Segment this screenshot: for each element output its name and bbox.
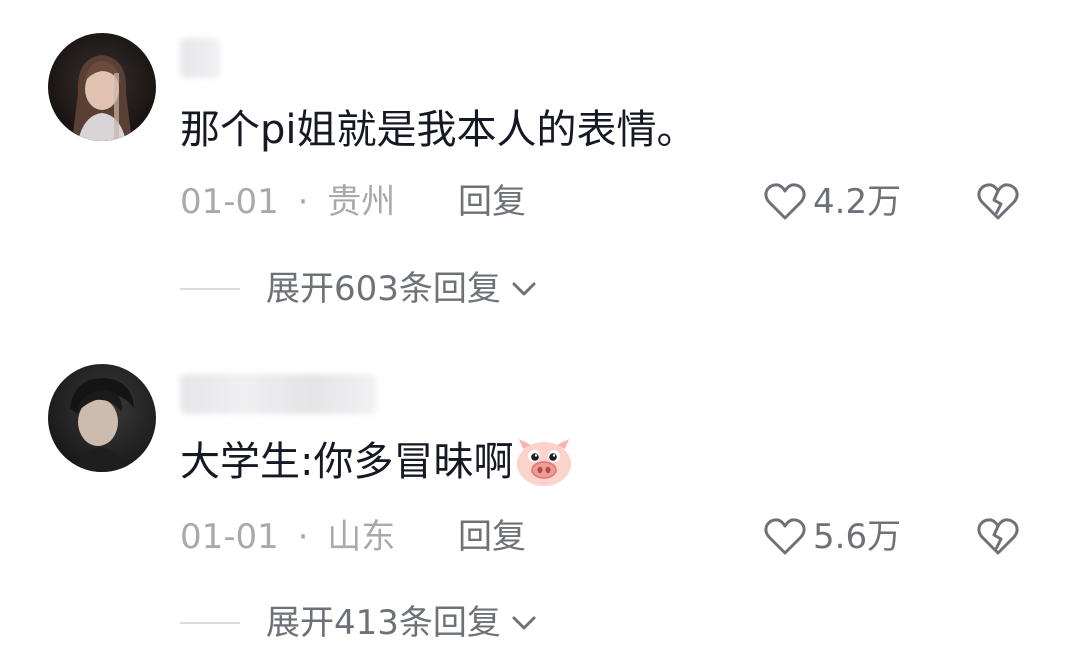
- comment-meta: 01-01 · 山东: [180, 515, 395, 559]
- broken-heart-icon: [977, 518, 1019, 555]
- comment-item: 那个pi姐就是我本人的表情。 01-01 · 贵州 回复 4.2万 展开603条…: [0, 0, 1080, 340]
- comment-location: 贵州: [327, 182, 396, 222]
- divider-line: [180, 622, 240, 624]
- expand-replies[interactable]: 展开413条回复: [180, 600, 539, 646]
- like-count: 5.6万: [813, 517, 902, 557]
- chevron-down-icon: [512, 616, 536, 630]
- avatar[interactable]: [48, 364, 156, 472]
- username-blurred[interactable]: [180, 374, 376, 414]
- pig-face-emoji: [517, 439, 572, 486]
- expand-replies-label: 展开603条回复: [266, 269, 501, 309]
- comment-location: 山东: [327, 517, 396, 557]
- like-count: 4.2万: [813, 182, 902, 222]
- dislike-button[interactable]: [976, 515, 1020, 559]
- comment-text-content: 那个pi姐就是我本人的表情。: [180, 107, 697, 153]
- comment-text: 那个pi姐就是我本人的表情。: [180, 104, 697, 156]
- chevron-down-icon: [512, 282, 536, 296]
- dislike-button[interactable]: [976, 180, 1020, 224]
- meta-separator: ·: [297, 517, 309, 557]
- meta-separator: ·: [297, 182, 309, 222]
- reply-button[interactable]: 回复: [458, 180, 526, 224]
- divider-line: [180, 288, 240, 290]
- like-button[interactable]: 4.2万: [763, 180, 901, 224]
- expand-replies[interactable]: 展开603条回复: [180, 266, 539, 312]
- broken-heart-icon: [977, 183, 1019, 220]
- expand-replies-label: 展开413条回复: [266, 603, 501, 643]
- comment-text: 大学生:你多冒昧啊: [180, 436, 573, 488]
- comment-date: 01-01: [180, 517, 279, 557]
- comment-date: 01-01: [180, 182, 279, 222]
- comment-meta: 01-01 · 贵州: [180, 180, 395, 224]
- username-blurred[interactable]: [180, 38, 220, 78]
- heart-outline-icon: [764, 183, 806, 220]
- avatar[interactable]: [48, 33, 156, 141]
- comment-item: 大学生:你多冒昧啊 01-01 · 山东 回复 5.6万 展开413条回复: [0, 340, 1080, 669]
- reply-button[interactable]: 回复: [458, 515, 526, 559]
- like-button[interactable]: 5.6万: [763, 515, 901, 559]
- heart-outline-icon: [764, 518, 806, 555]
- comment-text-content: 大学生:你多冒昧啊: [180, 439, 514, 485]
